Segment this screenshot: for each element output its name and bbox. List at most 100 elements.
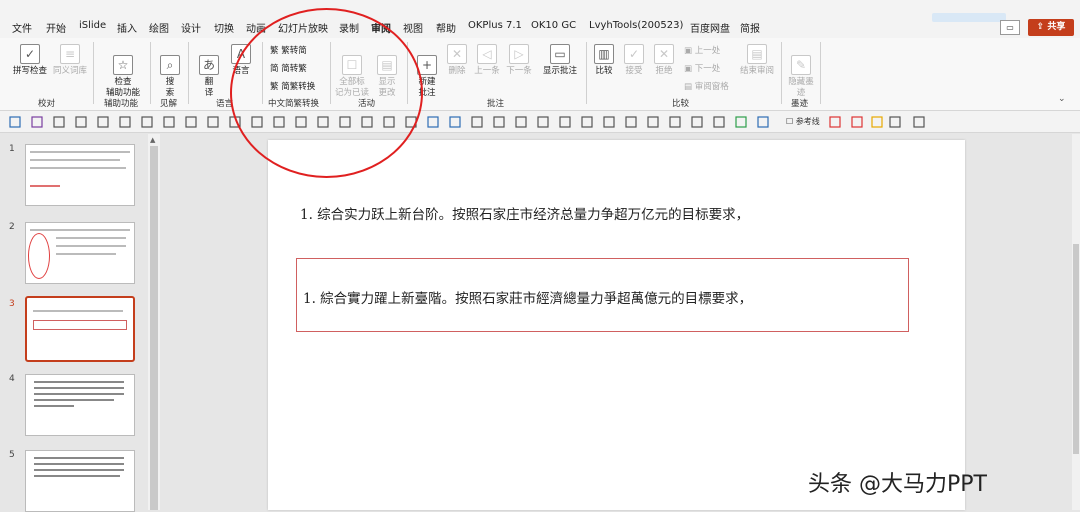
group-divider xyxy=(586,42,587,104)
menu-islide[interactable]: iSlide xyxy=(79,20,106,31)
textbox-icon[interactable] xyxy=(119,116,131,128)
next-change-button[interactable]: ▣ 下一处 xyxy=(684,62,720,74)
group-divider xyxy=(781,42,782,104)
note-icon[interactable] xyxy=(871,116,883,128)
menu-okplus[interactable]: OKPlus 7.1 xyxy=(468,20,522,31)
previous-comment-label: 上一条 xyxy=(474,66,500,76)
next-comment-button[interactable]: ▷ 下一条 xyxy=(505,44,533,77)
watermark: 头条 @大马力PPT xyxy=(808,472,987,497)
eyedropper-icon[interactable] xyxy=(537,116,549,128)
color-icon[interactable] xyxy=(427,116,439,128)
end-review-button[interactable]: ▤ 结束审阅 xyxy=(738,44,776,77)
selected-textbox[interactable]: 1. 綜合實力躍上新臺階。按照石家莊市經濟總量力爭超萬億元的目標要求， xyxy=(296,258,909,332)
menu-transitions[interactable]: 切换 xyxy=(214,20,234,35)
menu-help[interactable]: 帮助 xyxy=(436,20,456,35)
account-badge xyxy=(932,13,1006,22)
picture-frame-icon[interactable] xyxy=(889,116,901,128)
comments-toggle-button[interactable]: ▭ xyxy=(1000,20,1020,35)
thumb-text-line xyxy=(56,253,116,255)
guides-checkbox[interactable]: ☐ 参考线 xyxy=(786,116,820,127)
translate-button[interactable]: あ翻 译 xyxy=(196,44,222,99)
thumbnails-scrollbar[interactable]: ▲ xyxy=(148,134,160,510)
undo-icon[interactable] xyxy=(53,116,65,128)
bar-icon[interactable] xyxy=(735,116,747,128)
guides-label: 参考线 xyxy=(795,117,820,126)
reject-button[interactable]: ✕ 拒绝 xyxy=(652,44,676,77)
menu-design[interactable]: 设计 xyxy=(181,20,201,35)
menu-baidu-pan[interactable]: 百度网盘 xyxy=(690,20,730,35)
effects-icon[interactable] xyxy=(471,116,483,128)
front-icon[interactable] xyxy=(603,116,615,128)
spell-check-button[interactable]: ✓ 拼写检查 xyxy=(12,44,48,77)
menu-file[interactable]: 文件 xyxy=(12,20,32,35)
slide-scrollbar-thumb[interactable] xyxy=(1073,244,1079,454)
scrollbar-thumb[interactable] xyxy=(150,146,158,510)
share-button[interactable]: ⇪ 共享 xyxy=(1028,19,1074,36)
text-icon[interactable] xyxy=(163,116,175,128)
table-icon[interactable] xyxy=(713,116,725,128)
menu-insert[interactable]: 插入 xyxy=(117,20,137,35)
arrow-icon[interactable] xyxy=(515,116,527,128)
delete-comment-button[interactable]: ✕ 删除 xyxy=(445,44,469,77)
slide-thumbnail-1[interactable] xyxy=(25,144,135,206)
menu-draw[interactable]: 绘图 xyxy=(149,20,169,35)
scroll-up-icon[interactable]: ▲ xyxy=(150,136,155,144)
more-icon[interactable] xyxy=(913,116,925,128)
end-review-icon: ▤ xyxy=(747,44,767,64)
grid-icon[interactable] xyxy=(691,116,703,128)
crop-icon[interactable] xyxy=(851,116,863,128)
delete-comment-label: 删除 xyxy=(448,66,466,76)
menu-view[interactable]: 视图 xyxy=(403,20,423,35)
rotate-icon[interactable] xyxy=(647,116,659,128)
column-icon[interactable] xyxy=(757,116,769,128)
hide-ink-button[interactable]: ✎ 隐藏墨 迹 xyxy=(787,44,815,99)
reviewing-pane-button[interactable]: ▤ 审阅窗格 xyxy=(684,80,729,92)
slide-thumbnail-3[interactable] xyxy=(25,296,135,362)
thesaurus-label: 同义词库 xyxy=(52,66,87,76)
pen-icon[interactable] xyxy=(207,116,219,128)
menu-home[interactable]: 开始 xyxy=(46,20,66,35)
app-icon[interactable] xyxy=(9,116,21,128)
search-icon: ⌕ xyxy=(160,55,180,75)
slide-number-current: 3 xyxy=(9,299,15,309)
quick-access-toolbar: ☐ 参考线 xyxy=(0,111,1080,133)
redo-icon[interactable] xyxy=(75,116,87,128)
ungroup-icon[interactable] xyxy=(581,116,593,128)
slide-thumbnail-2[interactable] xyxy=(25,222,135,284)
save-icon[interactable] xyxy=(31,116,43,128)
compare-icon: ▥ xyxy=(594,44,614,64)
picture-icon[interactable] xyxy=(141,116,153,128)
group-icon[interactable] xyxy=(559,116,571,128)
check-accessibility-button[interactable]: ☆ 检查 辅助功能 xyxy=(100,44,146,99)
compare-button[interactable]: ▥ 比较 xyxy=(592,44,616,77)
thumb-textbox xyxy=(33,320,127,330)
circle-icon[interactable] xyxy=(449,116,461,128)
menu-ok10gc[interactable]: OK10 GC xyxy=(531,20,576,31)
thesaurus-button[interactable]: ≡ 同义词库 xyxy=(51,44,89,77)
thumb-text-line xyxy=(30,159,120,161)
compare-label: 比较 xyxy=(595,66,613,76)
menu-briefing[interactable]: 简报 xyxy=(740,20,760,35)
thumb-text-line xyxy=(34,475,120,477)
group-label-ink: 墨迹 xyxy=(791,99,809,109)
previous-change-button[interactable]: ▣ 上一处 xyxy=(684,44,720,56)
arrow-red-icon[interactable] xyxy=(829,116,841,128)
delete-comment-icon: ✕ xyxy=(447,44,467,64)
show-comments-button[interactable]: ▭ 显示批注 xyxy=(541,44,579,77)
slide-thumbnail-5[interactable] xyxy=(25,450,135,512)
back-icon[interactable] xyxy=(625,116,637,128)
slide-scrollbar[interactable] xyxy=(1072,134,1080,510)
line-icon[interactable] xyxy=(493,116,505,128)
accept-button[interactable]: ✓ 接受 xyxy=(622,44,646,77)
shadow-icon[interactable] xyxy=(669,116,681,128)
smart-lookup-button[interactable]: ⌕ 搜 索 xyxy=(158,44,182,99)
menu-lvyhtools[interactable]: LvyhTools(200523) xyxy=(589,20,683,31)
slide-thumbnail-4[interactable] xyxy=(25,374,135,436)
slide-text-traditional[interactable]: 1. 綜合實力躍上新臺階。按照石家莊市經濟總量力爭超萬億元的目標要求， xyxy=(303,287,752,307)
brush-icon[interactable] xyxy=(185,116,197,128)
collapse-ribbon-icon[interactable]: ⌄ xyxy=(1058,94,1066,104)
shape-icon[interactable] xyxy=(97,116,109,128)
previous-comment-button[interactable]: ◁ 上一条 xyxy=(473,44,501,77)
slide-text-simplified[interactable]: 1. 综合实力跃上新台阶。按照石家庄市经济总量力争超万亿元的目标要求， xyxy=(300,203,749,223)
annotation-circle xyxy=(230,8,423,178)
